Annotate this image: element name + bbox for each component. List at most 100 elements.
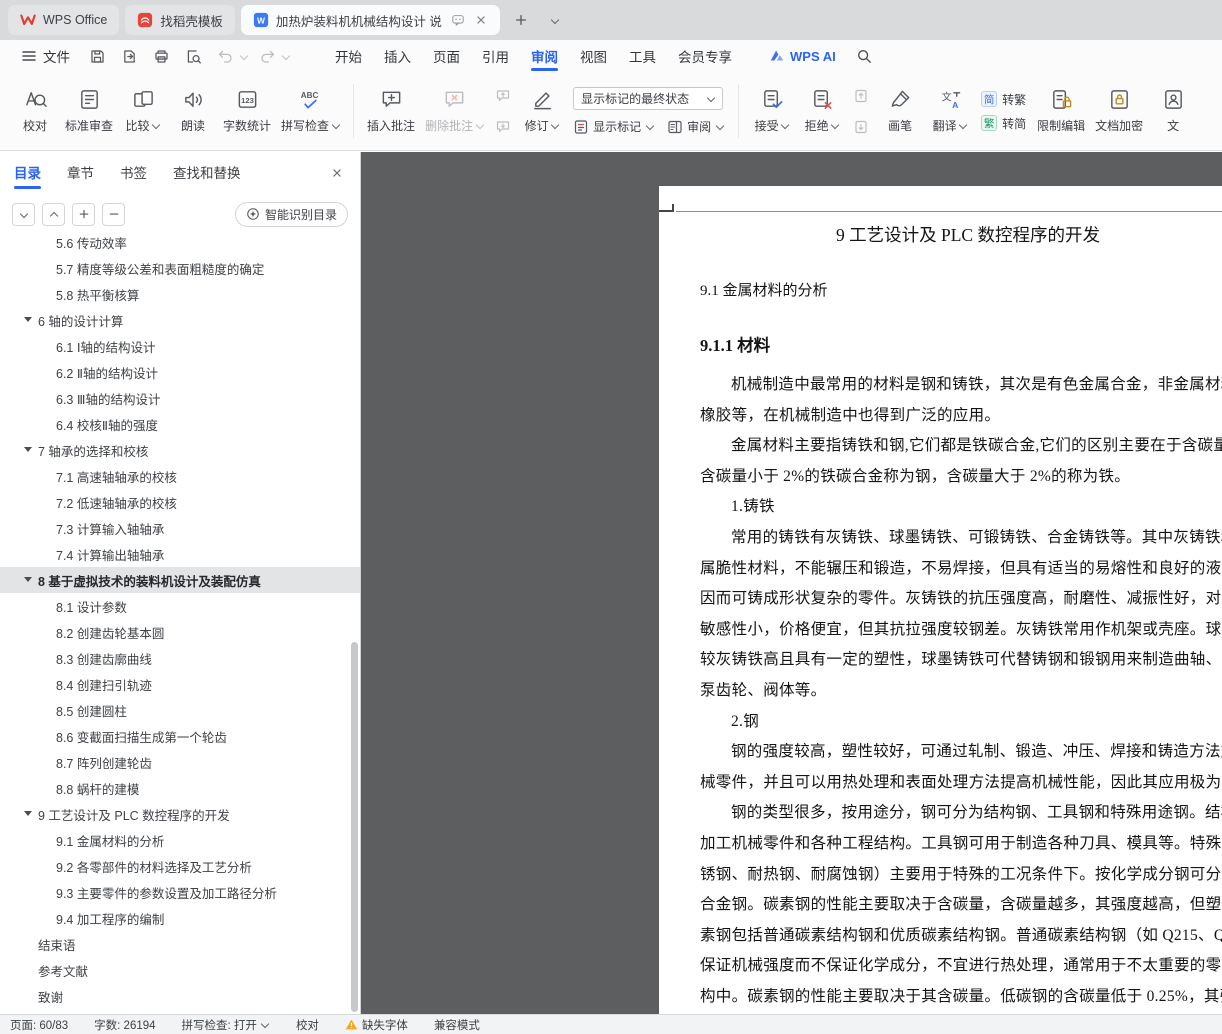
encrypt-button[interactable]: 文档加密 — [1090, 79, 1148, 143]
export-button[interactable] — [116, 44, 142, 68]
prev-change-button[interactable] — [850, 85, 872, 107]
sidebar-scrollbar[interactable] — [351, 642, 358, 1012]
chat-icon[interactable] — [451, 13, 465, 27]
track-changes-button[interactable]: 修订 — [517, 79, 567, 143]
sidebar-tab-chapters[interactable]: 章节 — [67, 152, 94, 192]
chevron-down-icon[interactable] — [24, 577, 32, 582]
show-markup-button[interactable]: 显示标记 — [573, 118, 654, 135]
doc-line[interactable]: 金属材料主要指铸铁和钢,它们都是铁碳合金,它们的区别主要在于含碳量 — [700, 431, 1222, 462]
doc-line[interactable]: 属脆性材料，不能辗压和锻造，不易焊接，但具有适当的易熔性和良好的液态 — [700, 554, 1222, 585]
menu-item-0[interactable]: 开始 — [324, 40, 373, 72]
doc-line[interactable]: 常用的铸铁有灰铸铁、球墨铸铁、可锻铸铁、合金铸铁等。其中灰铸铁和球 — [700, 523, 1222, 554]
redo-button[interactable] — [254, 44, 280, 68]
toc-item[interactable]: 8.3 创建齿廓曲线 — [0, 645, 360, 671]
expand-level-button[interactable] — [72, 202, 95, 226]
doc-permission-button[interactable]: 文 — [1148, 79, 1198, 143]
accept-button[interactable]: 接受 — [747, 79, 797, 143]
word-count-status[interactable]: 字数: 26194 — [94, 1017, 155, 1033]
translate-button[interactable]: 文 A 翻译 — [925, 79, 975, 143]
toc-item[interactable]: 6.3 Ⅲ轴的结构设计 — [0, 385, 360, 411]
toc-item[interactable]: 5.7 精度等级公差和表面粗糙度的确定 — [0, 255, 360, 281]
chevron-down-icon[interactable] — [24, 317, 32, 322]
toc-item[interactable]: 7.4 计算输出轴轴承 — [0, 541, 360, 567]
toc-item[interactable]: 8.4 创建扫引轨迹 — [0, 671, 360, 697]
toc-item[interactable]: 8.5 创建圆柱 — [0, 697, 360, 723]
menu-item-6[interactable]: 工具 — [618, 40, 667, 72]
toc-item[interactable]: 8 基于虚拟技术的装料机设计及装配仿真 — [0, 567, 360, 593]
restrict-edit-button[interactable]: 限制编辑 — [1032, 79, 1090, 143]
menu-item-3[interactable]: 引用 — [471, 40, 520, 72]
brush-button[interactable]: 画笔 — [875, 79, 925, 143]
toc-item[interactable]: 8.2 创建齿轮基本圆 — [0, 619, 360, 645]
search-button[interactable] — [850, 43, 878, 69]
document-page[interactable]: 9 工艺设计及 PLC 数控程序的开发 9.1 金属材料的分析 9.1.1 材料机… — [659, 186, 1222, 1014]
toc-item[interactable]: 7.3 计算输入轴轴承 — [0, 515, 360, 541]
next-change-button[interactable] — [850, 116, 872, 138]
doc-line[interactable]: 素钢包括普通碳素结构钢和优质碳素结构钢。普通碳素结构钢（如 Q215、Q235） — [700, 921, 1222, 952]
chevron-down-icon[interactable] — [24, 811, 32, 816]
print-button[interactable] — [148, 44, 174, 68]
missing-font-warning[interactable]: 缺失字体 — [345, 1017, 408, 1033]
chevron-down-icon[interactable] — [239, 52, 248, 61]
toc-item[interactable]: 9.3 主要零件的参数设置及加工路径分析 — [0, 879, 360, 905]
toc-item[interactable]: 7 轴承的选择和校核 — [0, 437, 360, 463]
wps-ai-button[interactable]: WPS AI — [769, 48, 836, 64]
new-tab-button[interactable] — [508, 7, 534, 33]
toc-item[interactable]: 7.1 高速轴轴承的校核 — [0, 463, 360, 489]
markup-state-select[interactable]: 显示标记的最终状态 — [573, 87, 724, 110]
insert-comment-button[interactable]: 插入批注 — [362, 79, 420, 143]
doc-line[interactable]: 橡胶等，在机械制造中也得到广泛的应用。 — [700, 401, 1222, 432]
compat-mode-status[interactable]: 兼容模式 — [434, 1017, 480, 1033]
sidebar-tab-toc[interactable]: 目录 — [14, 152, 41, 192]
doc-line[interactable]: 机械制造中最常用的材料是钢和铸铁，其次是有色金属合金，非金属材料 — [700, 370, 1222, 401]
doc-line[interactable]: 9.1.1 材料 — [700, 335, 1222, 357]
doc-line[interactable]: 保证机械强度而不保证化学成分，不宜进行热处理，通常用于不太重要的零件 — [700, 951, 1222, 982]
document-title[interactable]: 9 工艺设计及 PLC 数控程序的开发 — [836, 222, 1222, 248]
sidebar-tab-find-replace[interactable]: 查找和替换 — [173, 152, 241, 192]
doc-line[interactable]: 敏感性小，价格便宜，但其抗拉强度较钢差。灰铸铁常用作机架或壳座。球墨铸 — [700, 615, 1222, 646]
smart-toc-button[interactable]: 智能识别目录 — [234, 201, 348, 227]
toc-item[interactable]: 6.1 Ⅰ轴的结构设计 — [0, 333, 360, 359]
doc-line[interactable]: 合金钢。碳素钢的性能主要取决于含碳量，含碳量越多，其强度越高，但塑性 — [700, 890, 1222, 921]
collapse-level-button[interactable] — [102, 202, 125, 226]
sidebar-tab-bookmarks[interactable]: 书签 — [120, 152, 147, 192]
toc-item[interactable]: 8.1 设计参数 — [0, 593, 360, 619]
proofread-button[interactable]: 校对 — [10, 79, 60, 143]
tab-list-button[interactable] — [542, 7, 568, 33]
doc-line[interactable]: 械零件，并且可以用热处理和表面处理方法提高机械性能，因此其应用极为广 — [700, 768, 1222, 799]
doc-line[interactable]: 2.钢 — [700, 707, 1222, 738]
print-preview-button[interactable] — [180, 44, 206, 68]
doc-line[interactable]: 9.1 金属材料的分析 — [700, 281, 1222, 302]
toc-item[interactable]: 9.4 加工程序的编制 — [0, 905, 360, 931]
spell-check-button[interactable]: ABC 拼写检查 — [276, 79, 345, 143]
menu-item-4[interactable]: 审阅 — [520, 40, 569, 72]
chevron-down-icon[interactable] — [281, 52, 290, 61]
close-icon[interactable] — [474, 13, 488, 27]
page-indicator[interactable]: 页面: 60/83 — [10, 1017, 68, 1033]
delete-comment-button[interactable]: 删除批注 — [420, 79, 489, 143]
compare-button[interactable]: 比较 — [118, 79, 168, 143]
toc-item[interactable]: 6.4 校核Ⅱ轴的强度 — [0, 411, 360, 437]
toc-item[interactable]: 8.6 变截面扫描生成第一个轮齿 — [0, 723, 360, 749]
undo-button[interactable] — [212, 44, 238, 68]
to-traditional-button[interactable]: 简转繁 — [981, 91, 1026, 108]
app-tab-docer[interactable]: 找稻壳模板 — [125, 5, 235, 35]
next-comment-button[interactable] — [492, 116, 514, 138]
doc-line[interactable]: 含碳量小于 2%的铁碳合金称为钢，含碳量大于 2%的称为铁。 — [700, 462, 1222, 493]
proofread-status[interactable]: 校对 — [296, 1017, 319, 1033]
menu-item-2[interactable]: 页面 — [422, 40, 471, 72]
doc-line[interactable]: 因而可铸成形状复杂的零件。灰铸铁的抗压强度高，耐磨性、减振性好，对应力 — [700, 584, 1222, 615]
toc-item[interactable]: 参考文献 — [0, 957, 360, 983]
file-menu[interactable]: 文件 — [12, 40, 78, 72]
review-pane-button[interactable]: 审阅 — [667, 118, 724, 135]
toc-item[interactable]: 5.8 热平衡核算 — [0, 281, 360, 307]
toc-item[interactable]: 结束语 — [0, 931, 360, 957]
standard-review-button[interactable]: 标准审查 — [60, 79, 118, 143]
app-tab-wps-office[interactable]: WPS Office — [8, 5, 120, 35]
toc-item[interactable]: 9.2 各零部件的材料选择及工艺分析 — [0, 853, 360, 879]
prev-comment-button[interactable] — [492, 85, 514, 107]
doc-line[interactable]: 泵齿轮、阀体等。 — [700, 676, 1222, 707]
toc-item[interactable]: 6.2 Ⅱ轴的结构设计 — [0, 359, 360, 385]
spell-check-status[interactable]: 拼写检查: 打开 — [182, 1017, 270, 1033]
word-count-button[interactable]: 123 字数统计 — [218, 79, 276, 143]
